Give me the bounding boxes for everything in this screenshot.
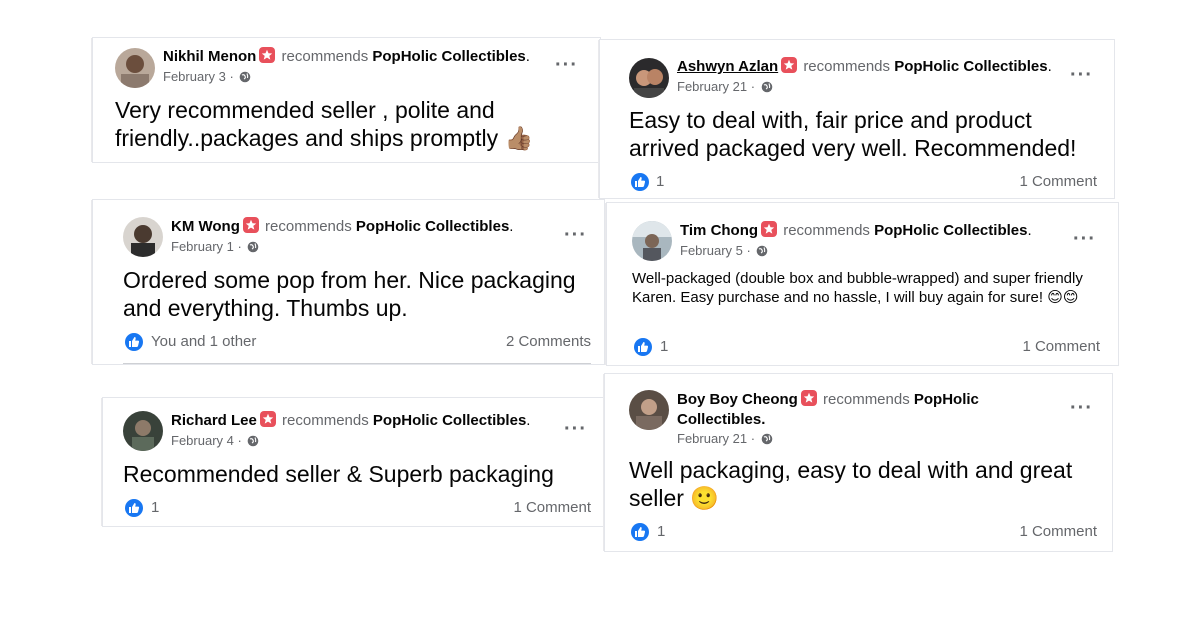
reaction-count[interactable]: 1 xyxy=(657,522,665,542)
globe-icon xyxy=(761,81,773,97)
more-options-icon[interactable]: ··· xyxy=(1070,65,1093,85)
comment-count[interactable]: 1 Comment xyxy=(1022,337,1100,357)
reviewer-name[interactable]: Nikhil Menon xyxy=(163,48,256,65)
divider xyxy=(123,363,591,364)
reviewer-name[interactable]: Richard Lee xyxy=(171,412,257,429)
page-link-continued[interactable]: Collectibles. xyxy=(677,411,765,428)
globe-icon xyxy=(761,433,773,449)
reaction-count[interactable]: 1 xyxy=(660,337,668,357)
recommends-label: recommends xyxy=(823,391,910,408)
page-link[interactable]: PopHolic Collectibles xyxy=(372,48,525,65)
reviewer-name[interactable]: Ashwyn Azlan xyxy=(677,58,778,75)
globe-icon xyxy=(239,71,251,87)
review-card: Richard Lee recommends PopHolic Collecti… xyxy=(103,398,604,526)
recommend-star-icon xyxy=(781,57,798,73)
comment-count[interactable]: 1 Comment xyxy=(1019,522,1097,542)
recommend-star-icon xyxy=(259,47,276,63)
avatar[interactable] xyxy=(629,390,669,430)
review-text: Well-packaged (double box and bubble-wra… xyxy=(632,270,1083,306)
recommend-star-icon xyxy=(242,217,259,233)
page-link[interactable]: PopHolic xyxy=(914,391,979,408)
reaction-count[interactable]: 1 xyxy=(656,172,664,192)
comment-count[interactable]: 2 Comments xyxy=(506,332,591,352)
review-card: Tim Chong recommends PopHolic Collectibl… xyxy=(607,203,1118,365)
avatar[interactable] xyxy=(123,411,163,451)
reaction-count[interactable]: You and 1 other xyxy=(151,332,256,352)
review-text: Well packaging, easy to deal with and gr… xyxy=(629,457,1073,511)
like-icon[interactable] xyxy=(125,499,143,517)
recommend-star-icon xyxy=(259,411,276,427)
review-text: Recommended seller & Superb packaging xyxy=(123,461,554,487)
post-date[interactable]: February 21 · xyxy=(677,431,773,449)
more-options-icon[interactable]: ··· xyxy=(1070,398,1093,418)
post-date[interactable]: February 1 · xyxy=(171,239,259,257)
review-card: Nikhil Menon recommends PopHolic Collect… xyxy=(93,38,600,162)
more-options-icon[interactable]: ··· xyxy=(1073,229,1096,249)
recommends-label: recommends xyxy=(783,222,870,239)
comment-count[interactable]: 1 Comment xyxy=(513,498,591,518)
recommend-star-icon xyxy=(761,221,778,237)
like-icon[interactable] xyxy=(631,523,649,541)
reviewer-name[interactable]: Boy Boy Cheong xyxy=(677,391,798,408)
like-icon[interactable] xyxy=(125,333,143,351)
page-link[interactable]: PopHolic Collectibles xyxy=(356,218,509,235)
recommends-label: recommends xyxy=(803,58,891,75)
avatar[interactable] xyxy=(629,58,669,98)
avatar[interactable] xyxy=(632,221,672,261)
reaction-count[interactable]: 1 xyxy=(151,498,159,518)
avatar[interactable] xyxy=(115,48,155,88)
avatar[interactable] xyxy=(123,217,163,257)
page-link[interactable]: PopHolic Collectibles xyxy=(894,58,1047,75)
post-date[interactable]: February 4 · xyxy=(171,433,259,451)
more-options-icon[interactable]: ··· xyxy=(555,55,578,75)
review-card: Ashwyn Azlan recommends PopHolic Collect… xyxy=(600,40,1114,198)
comment-count[interactable]: 1 Comment xyxy=(1019,172,1097,192)
like-icon[interactable] xyxy=(634,338,652,356)
recommends-label: recommends xyxy=(282,412,369,429)
recommends-label: recommends xyxy=(265,218,352,235)
like-icon[interactable] xyxy=(631,173,649,191)
page-link[interactable]: PopHolic Collectibles xyxy=(874,222,1027,239)
review-text: Ordered some pop from her. Nice packagin… xyxy=(123,267,576,321)
reviewer-name[interactable]: KM Wong xyxy=(171,218,240,235)
more-options-icon[interactable]: ··· xyxy=(564,419,587,439)
recommend-star-icon xyxy=(800,390,817,406)
globe-icon xyxy=(756,245,768,261)
review-text: Easy to deal with, fair price and produc… xyxy=(629,107,1077,161)
globe-icon xyxy=(247,241,259,257)
post-date[interactable]: February 21 · xyxy=(677,79,773,97)
page-link[interactable]: PopHolic Collectibles xyxy=(373,412,526,429)
reviewer-name[interactable]: Tim Chong xyxy=(680,222,758,239)
more-options-icon[interactable]: ··· xyxy=(564,225,587,245)
globe-icon xyxy=(247,435,259,451)
recommends-label: recommends xyxy=(281,48,369,65)
review-card: KM Wong recommends PopHolic Collectibles… xyxy=(93,200,604,364)
post-date[interactable]: February 3 · xyxy=(163,69,251,87)
review-text: Very recommended seller , polite and fri… xyxy=(115,97,534,151)
post-date[interactable]: February 5 · xyxy=(680,243,768,261)
review-card: Boy Boy Cheong recommends PopHolic Colle… xyxy=(605,374,1112,551)
